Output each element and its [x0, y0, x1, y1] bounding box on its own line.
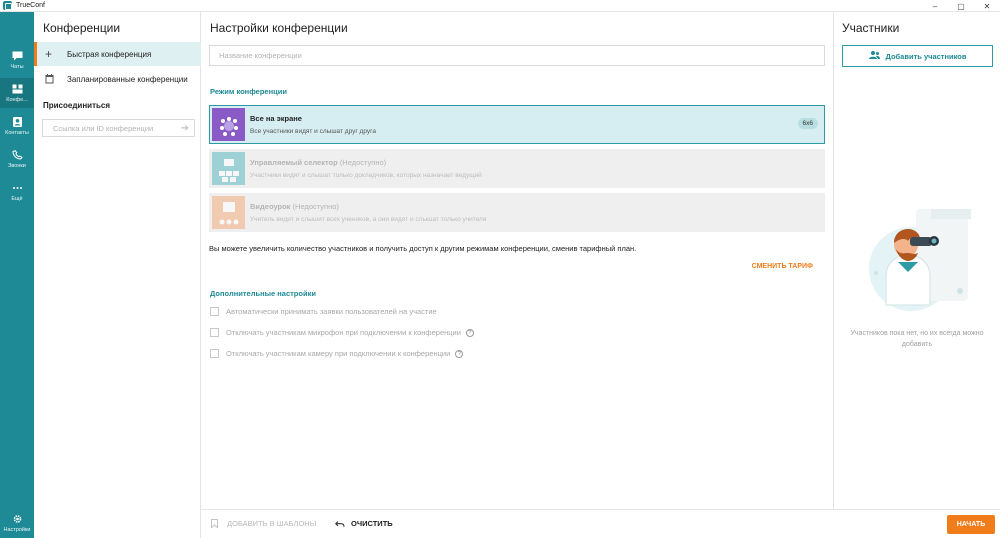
mode-card-video-lesson: Видеоурок (Недоступно) Учитель видит и с… — [209, 193, 825, 232]
option-label: Автоматически принимать заявки пользоват… — [226, 307, 437, 316]
rail-item-calls[interactable]: Звонки — [0, 144, 34, 174]
window-title: TrueConf — [16, 2, 45, 9]
arrow-right-icon[interactable]: ➔ — [181, 123, 189, 134]
clear-button[interactable]: ОЧИСТИТЬ — [335, 519, 393, 528]
conferences-panel: Конференции + Быстрая конференция Заплан… — [34, 12, 201, 538]
option-label: Отключать участникам микрофон при подклю… — [226, 328, 461, 337]
mode-name-text: Все на экране — [250, 114, 302, 123]
mode-section-title: Режим конференции — [210, 87, 287, 96]
unavailable-label: (Недоступно) — [339, 158, 387, 167]
mode-description: Участники видят и слышат только докладчи… — [250, 172, 482, 179]
help-icon[interactable]: ? — [465, 328, 474, 337]
contacts-icon — [12, 116, 22, 127]
rail-item-chats[interactable]: Чаты — [0, 45, 34, 75]
all-on-screen-icon — [212, 108, 245, 141]
add-users-icon — [868, 51, 880, 61]
settings-title: Настройки конференции — [210, 21, 348, 35]
option-auto-accept[interactable]: Автоматически принимать заявки пользоват… — [210, 307, 437, 316]
empty-participants-text: Участников пока нет, но их всегда можно … — [850, 330, 984, 348]
rail-item-conferences[interactable]: Конфе... — [0, 78, 34, 108]
join-title: Присоединиться — [43, 101, 111, 110]
join-input[interactable] — [53, 121, 183, 135]
gear-icon — [13, 514, 21, 523]
conference-settings-panel: Настройки конференции Режим конференции … — [201, 12, 834, 538]
trueconf-logo-icon — [3, 1, 12, 10]
conference-name-field — [209, 45, 825, 66]
unavailable-label: (Недоступно) — [292, 202, 339, 211]
mode-name: Видеоурок (Недоступно) — [250, 202, 824, 211]
start-conference-button[interactable]: НАЧАТЬ — [947, 515, 995, 534]
help-icon[interactable]: ? — [455, 349, 464, 358]
mode-name: Управляемый селектор (Недоступно) — [250, 158, 824, 167]
mode-card-managed-selector: Управляемый селектор (Недоступно) Участн… — [209, 149, 825, 188]
join-field: ➔ — [42, 119, 195, 137]
menu-item-scheduled-conferences[interactable]: Запланированные конференции — [34, 67, 201, 91]
participants-limit-badge: 6x6 — [797, 118, 818, 129]
menu-item-quick-conference-label: Быстрая конференция — [67, 49, 152, 59]
upgrade-info-text: Вы можете увеличить количество участнико… — [209, 244, 637, 253]
managed-selector-icon — [212, 152, 245, 185]
auto-accept-checkbox[interactable] — [210, 307, 219, 316]
title-bar: TrueConf – ▢ ✕ — [0, 0, 1000, 12]
add-participants-label: Добавить участников — [885, 51, 967, 61]
option-label: Отключать участникам камеру при подключе… — [226, 349, 451, 358]
close-button[interactable]: ✕ — [974, 0, 1000, 12]
rail-label-contacts: Контакты — [5, 129, 29, 136]
calendar-icon — [45, 74, 67, 84]
rail-item-settings[interactable]: Настройки — [0, 508, 34, 538]
option-disable-camera[interactable]: Отключать участникам камеру при подключе… — [210, 349, 464, 358]
add-to-templates-label: ДОБАВИТЬ В ШАБЛОНЫ — [227, 519, 317, 528]
rail-label-chats: Чаты — [10, 63, 24, 70]
menu-item-scheduled-label: Запланированные конференции — [67, 74, 188, 84]
add-participants-button[interactable]: Добавить участников — [842, 45, 993, 67]
chat-icon — [12, 51, 22, 60]
plus-icon: + — [45, 47, 53, 61]
conferences-title: Конференции — [43, 21, 121, 35]
mode-description: Учитель видит и слышит всех учеников, а … — [250, 216, 487, 223]
rail-label-settings: Настройки — [3, 526, 31, 533]
conference-name-input[interactable] — [219, 51, 809, 60]
option-mute-microphone[interactable]: Отключать участникам микрофон при подклю… — [210, 328, 474, 337]
change-tariff-link[interactable]: СМЕНИТЬ ТАРИФ — [752, 263, 813, 270]
menu-item-quick-conference[interactable]: + Быстрая конференция — [34, 42, 201, 66]
mode-name-text: Видеоурок — [250, 202, 291, 211]
rail-item-contacts[interactable]: Контакты — [0, 111, 34, 141]
add-to-templates-button[interactable]: ДОБАВИТЬ В ШАБЛОНЫ — [211, 519, 316, 528]
empty-state-illustration — [856, 207, 976, 312]
mute-microphone-checkbox[interactable] — [210, 328, 219, 337]
phone-icon — [11, 149, 23, 160]
more-icon — [12, 186, 22, 189]
rail-label-conferences: Конфе... — [6, 96, 28, 103]
extra-settings-title: Дополнительные настройки — [210, 289, 316, 298]
clear-label: ОЧИСТИТЬ — [351, 519, 393, 528]
participants-panel: Участники Добавить участников Участников… — [834, 12, 1000, 509]
bookmark-icon — [211, 519, 218, 528]
video-lesson-icon — [212, 196, 245, 229]
disable-camera-checkbox[interactable] — [210, 349, 219, 358]
rail-label-more: Ещё — [11, 195, 23, 202]
minimize-button[interactable]: – — [922, 0, 948, 12]
mode-name: Все на экране — [250, 114, 824, 123]
maximize-button[interactable]: ▢ — [948, 0, 974, 12]
rail-item-more[interactable]: Ещё — [0, 177, 34, 207]
rail-label-calls: Звонки — [8, 162, 26, 169]
participants-title: Участники — [842, 21, 900, 35]
mode-description: Все участники видят и слышат друг друга — [250, 128, 376, 135]
mode-name-text: Управляемый селектор — [250, 158, 338, 167]
bottom-action-bar: ДОБАВИТЬ В ШАБЛОНЫ ОЧИСТИТЬ НАЧАТЬ — [201, 509, 1000, 538]
window-controls: – ▢ ✕ — [922, 0, 1000, 12]
conference-icon — [12, 84, 22, 93]
navigation-rail: Чаты Конфе... Контакты Звонки Ещё Настро… — [0, 12, 34, 538]
undo-icon — [335, 520, 345, 527]
mode-card-all-on-screen[interactable]: Все на экране Все участники видят и слыш… — [209, 105, 825, 144]
